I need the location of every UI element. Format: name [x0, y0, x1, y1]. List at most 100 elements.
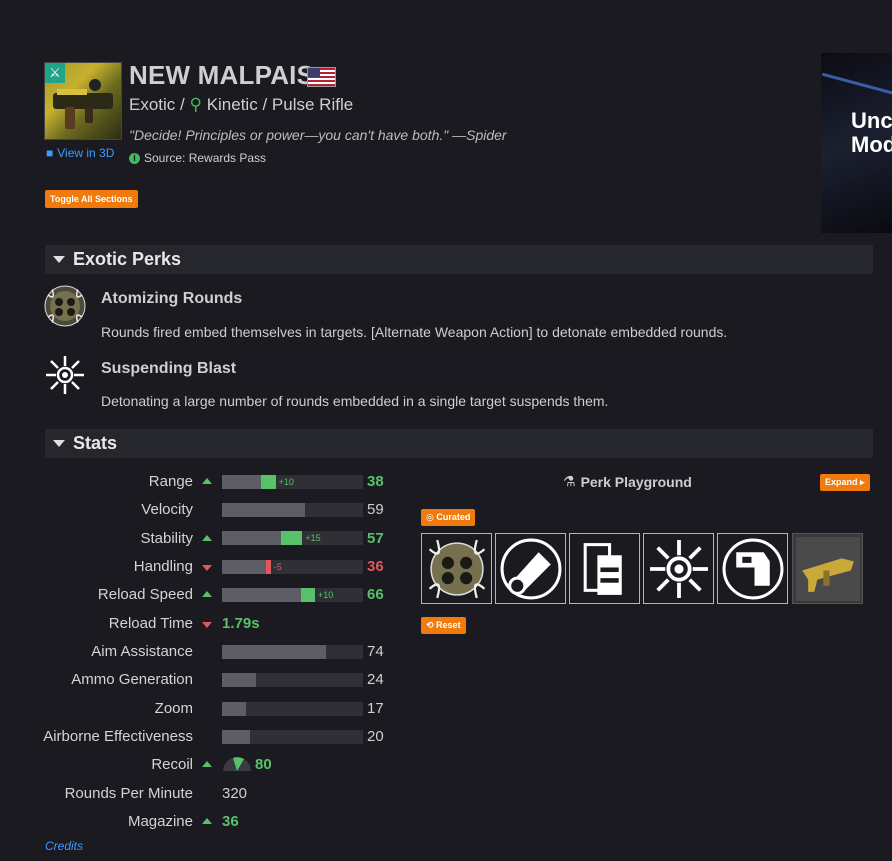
stat-bar-modifier-label: +10 [278, 477, 294, 487]
suspending-blast-icon [46, 356, 84, 394]
stock-icon [722, 538, 783, 599]
view-3d-link[interactable]: ■ View in 3D [46, 146, 114, 160]
stat-label-reload-speed: Reload Speed [97, 586, 193, 603]
view-3d-label: View in 3D [57, 146, 115, 160]
stat-bar-modifier-label: +10 [318, 590, 334, 600]
subtitle-separator: / [262, 95, 268, 114]
collapse-triangle-icon [53, 256, 65, 263]
stat-value-reload-time: 1.79s [222, 615, 260, 632]
perk-slot-atomizing-rounds[interactable] [421, 533, 492, 604]
cube-icon: ■ [46, 146, 54, 160]
recoil-direction-icon [223, 757, 251, 771]
stat-label-range: Range [148, 473, 193, 490]
weapon-thumbnail: ⚔ [44, 62, 122, 140]
weapon-subtitle: Exotic / ⚲ Kinetic / Pulse Rifle [129, 95, 353, 115]
stat-value-aim-assistance: 74 [367, 643, 384, 660]
stat-value-handling: 36 [367, 558, 384, 575]
stat-bar-fill [222, 730, 251, 744]
stat-bar-modifier [281, 531, 303, 545]
stat-value-zoom: 17 [367, 700, 384, 717]
stat-label-recoil: Recoil [151, 756, 193, 773]
flask-icon: ⚗ [563, 473, 576, 489]
stat-value-velocity: 59 [367, 501, 384, 518]
rarity-label: Exotic [129, 95, 176, 114]
collapse-triangle-icon [53, 440, 65, 447]
stats-section-header[interactable]: Stats [45, 429, 873, 458]
stat-label-velocity: Velocity [141, 501, 193, 518]
exotic-perks-section-header[interactable]: Exotic Perks [45, 245, 873, 274]
curated-badge: ◎ Curated [421, 509, 476, 526]
atomizing-rounds-icon [44, 285, 86, 327]
source-info: i Source: Rewards Pass [129, 151, 266, 165]
stat-bar-aim-assistance [222, 645, 363, 659]
section-title: Stats [73, 433, 118, 453]
weapon-image [53, 79, 113, 129]
stat-value-airborne-effectiveness: 20 [367, 728, 384, 745]
weapon-ornament-icon [795, 536, 860, 601]
stat-bar-stability: +15 [222, 531, 363, 545]
perk-name: Atomizing Rounds [101, 290, 243, 307]
perk-description: Rounds fired embed themselves in targets… [101, 324, 728, 340]
stat-label-airborne-effectiveness: Airborne Effectiveness [43, 728, 193, 745]
increase-arrow-icon [202, 535, 212, 541]
perk-slot-stock[interactable] [717, 533, 788, 604]
stat-value-stability: 57 [367, 530, 384, 547]
stat-bar-fill [222, 560, 266, 574]
stat-value-range: 38 [367, 473, 384, 490]
decrease-arrow-icon [202, 565, 212, 571]
expand-button[interactable]: Expand ▸ [820, 474, 870, 491]
stat-bar-modifier [300, 588, 316, 602]
perk-slot-ornament[interactable] [792, 533, 863, 604]
stat-bar-fill [222, 475, 262, 489]
stat-label-magazine: Magazine [127, 813, 193, 830]
suspending-blast-icon [649, 539, 708, 598]
stat-bar-ammo-generation [222, 673, 363, 687]
flavor-text: "Decide! Principles or power—you can't h… [129, 127, 507, 143]
stat-value-reload-speed: 66 [367, 586, 384, 603]
stat-bar-fill [222, 673, 256, 687]
perk-description: Detonating a large number of rounds embe… [101, 393, 609, 409]
ad-text: Unc Mod [851, 108, 892, 157]
stat-value-recoil: 80 [255, 756, 272, 773]
source-label: Source: Rewards Pass [144, 151, 267, 165]
stat-label-rpm: Rounds Per Minute [64, 785, 193, 802]
magazine-icon [583, 542, 622, 595]
stat-bar-fill [222, 588, 301, 602]
perk-slot-suspending-blast[interactable] [643, 533, 714, 604]
barrel-icon [500, 538, 561, 599]
stat-bar-fill [222, 702, 246, 716]
increase-arrow-icon [202, 818, 212, 824]
increase-arrow-icon [202, 761, 212, 767]
perk-name: Suspending Blast [101, 360, 237, 377]
increase-arrow-icon [202, 478, 212, 484]
stat-label-stability: Stability [140, 530, 193, 547]
stat-bar-modifier-label: -5 [273, 562, 282, 572]
us-flag-icon [307, 67, 336, 87]
damage-type-label: Kinetic [206, 95, 258, 114]
info-icon: i [129, 152, 140, 164]
section-title: Exotic Perks [73, 249, 182, 269]
advertisement-banner[interactable]: Unc Mod [821, 53, 892, 233]
stat-bar-fill [222, 503, 306, 517]
reset-button[interactable]: ⟲ Reset [421, 617, 466, 634]
stat-label-zoom: Zoom [154, 700, 193, 717]
credits-link[interactable]: Credits [45, 839, 83, 853]
toggle-all-sections-button[interactable]: Toggle All Sections [45, 190, 138, 208]
stat-bar-modifier [261, 475, 276, 489]
stat-bar-zoom [222, 702, 363, 716]
stat-label-aim-assistance: Aim Assistance [91, 643, 193, 660]
stat-value-magazine: 36 [222, 813, 239, 830]
kinetic-icon: ⚲ [189, 95, 202, 114]
perk-slot-barrel[interactable] [495, 533, 566, 604]
stat-bar-handling: -5 [222, 560, 363, 574]
ad-stripe [821, 72, 892, 97]
stat-bar-fill [222, 645, 327, 659]
stat-value-rpm: 320 [222, 785, 248, 802]
stat-label-reload-time: Reload Time [108, 615, 193, 632]
stat-value-ammo-generation: 24 [367, 671, 384, 688]
stat-bar-airborne-effectiveness [222, 730, 363, 744]
subtitle-separator: / [180, 95, 185, 114]
perk-playground-title: ⚗ Perk Playground [563, 473, 692, 490]
perk-slot-magazine[interactable] [569, 533, 640, 604]
weapon-type-label: Pulse Rifle [271, 95, 354, 114]
